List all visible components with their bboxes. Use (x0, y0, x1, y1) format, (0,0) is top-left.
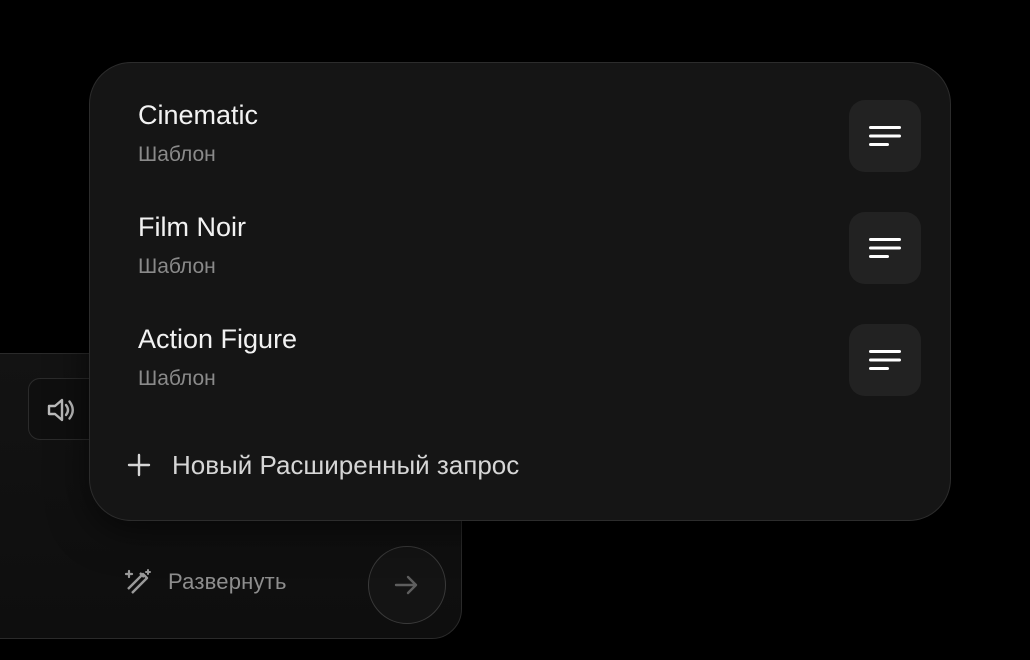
template-title: Action Figure (138, 324, 298, 354)
template-subtitle: Шаблон (138, 143, 216, 166)
template-item-action-figure[interactable]: Action Figure Шаблон (138, 321, 921, 417)
new-request-label: Новый Расширенный запрос (172, 450, 520, 480)
template-subtitle: Шаблон (138, 255, 216, 278)
template-subtitle: Шаблон (138, 367, 216, 390)
arrow-right-icon (394, 575, 418, 595)
templates-dropdown: Cinematic Шаблон Film Noir Шаблон Action… (89, 62, 951, 521)
expand-button[interactable]: Развернуть (122, 562, 287, 602)
expand-label: Развернуть (168, 569, 287, 594)
send-button[interactable] (368, 546, 446, 624)
lines-icon (869, 126, 901, 146)
template-menu-button[interactable] (849, 100, 921, 172)
template-title: Film Noir (138, 212, 246, 242)
magic-wand-icon (124, 569, 151, 594)
lines-icon (869, 238, 901, 258)
template-menu-button[interactable] (849, 324, 921, 396)
new-advanced-request-button[interactable]: Новый Расширенный запрос (126, 447, 519, 483)
lines-icon (869, 350, 901, 370)
template-menu-button[interactable] (849, 212, 921, 284)
template-item-cinematic[interactable]: Cinematic Шаблон (138, 97, 921, 193)
template-title: Cinematic (138, 100, 259, 130)
plus-icon (127, 453, 151, 477)
speaker-icon (47, 398, 74, 422)
app-stage: Развернуть Cinematic Шаблон Film Noir Ша… (0, 0, 1030, 660)
template-item-film-noir[interactable]: Film Noir Шаблон (138, 209, 921, 305)
